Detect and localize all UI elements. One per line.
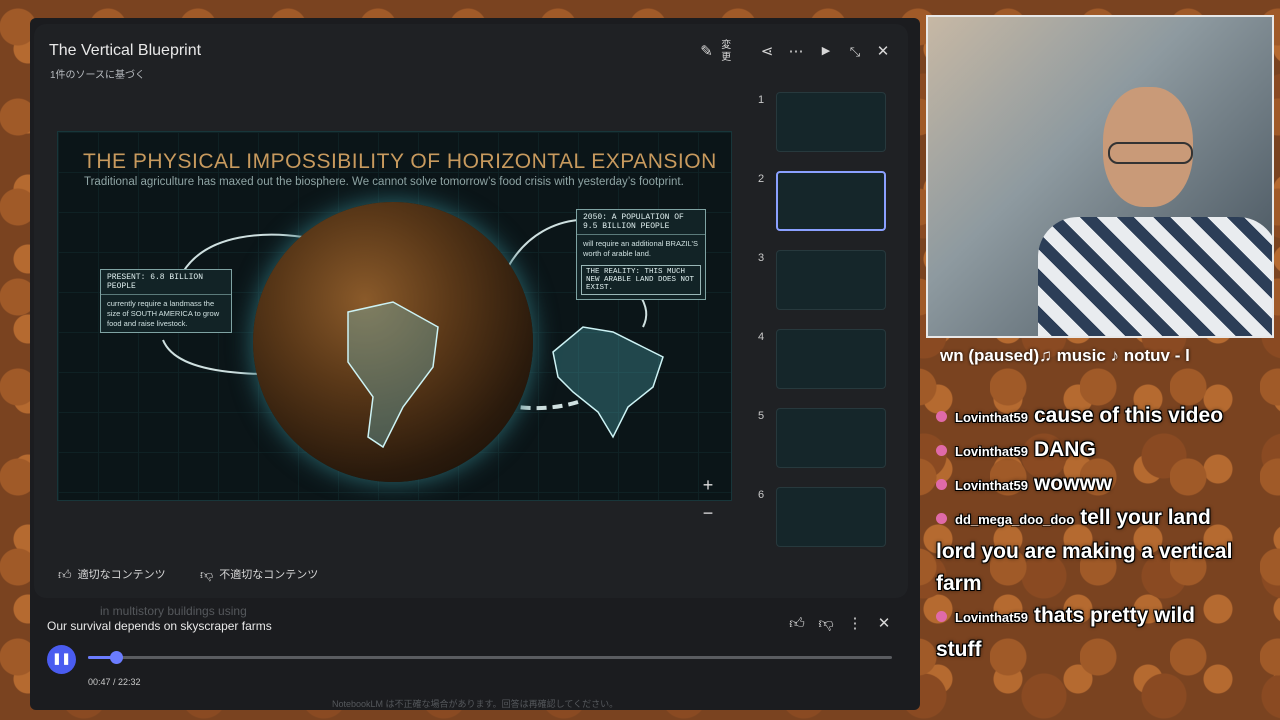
thumbs-down-icon: 👎︎ [200, 566, 214, 582]
chat-avatar [936, 512, 947, 524]
more-horizontal-icon: ⋯ [788, 42, 804, 60]
earth-globe [253, 202, 533, 482]
chat-text: wowww [1033, 472, 1113, 495]
thumbnail-number: 1 [758, 94, 765, 106]
collapse-button[interactable]: ⤡ [844, 38, 866, 64]
thumbnail-image[interactable] [776, 487, 886, 547]
close-button[interactable]: ✕ [872, 38, 894, 64]
chat-avatar [936, 610, 947, 622]
thumbnail-image[interactable] [776, 250, 886, 310]
zoom-in-button[interactable]: + [697, 474, 719, 496]
thumbnail-number: 6 [758, 489, 765, 501]
present-info-box: PRESENT: 6.8 BILLION PEOPLE currently re… [100, 269, 232, 334]
thumbnail-number: 4 [758, 331, 765, 343]
bad-content-button[interactable]: 👎︎ 不適切なコンテンツ [200, 562, 318, 586]
slide-canvas: THE PHYSICAL IMPOSSIBILITY OF HORIZONTAL… [57, 131, 732, 501]
thumbnail-image[interactable] [776, 408, 886, 468]
thumbnail-number: 2 [758, 173, 765, 185]
pause-icon: ❚❚ [52, 653, 71, 665]
chat-username: Lovinthat59 [955, 410, 1028, 425]
audio-overview-title: Our survival depends on skyscraper farms [47, 619, 272, 633]
brazil-outline [552, 326, 664, 439]
dislike-button[interactable]: 👎︎ [815, 615, 837, 637]
thumbnail-image[interactable] [776, 329, 886, 389]
now-playing-ticker: wn (paused)♫ music ♪ notuv - l [940, 346, 1190, 365]
chat-message: Lovinthat59 DANG [936, 434, 1236, 468]
edit-button[interactable]: ✎ 変更 [696, 38, 736, 64]
thumbnail-3[interactable]: 3 [752, 248, 897, 312]
present-body: currently require a landmass the size of… [107, 299, 220, 328]
chat-username: Lovinthat59 [955, 478, 1028, 493]
present-heading: PRESENT: 6.8 BILLION PEOPLE [101, 270, 231, 295]
thumbnail-6[interactable]: 6 [752, 485, 897, 548]
streamer-glasses [1108, 142, 1193, 164]
stream-chat: Lovinthat59 cause of this video Lovinthat… [936, 400, 1236, 666]
zoom-out-button[interactable]: − [697, 502, 719, 524]
pencil-icon: ✎ [700, 42, 713, 60]
thumbnail-5[interactable]: 5 [752, 406, 897, 470]
disclaimer-text: NotebookLM は不正確な場合があります。回答は再確認してください。 [332, 699, 619, 709]
chat-text: cause of this video [1033, 404, 1224, 427]
bad-content-label: 不適切なコンテンツ [219, 569, 319, 581]
notebook-title: The Vertical Blueprint [49, 42, 202, 59]
chat-avatar [936, 478, 947, 490]
thumbnail-4[interactable]: 4 [752, 327, 897, 391]
reality-note: THE REALITY: THIS MUCH NEW ARABLE LAND D… [581, 264, 701, 295]
chat-message: Lovinthat59 cause of this video [936, 400, 1236, 434]
chat-message: Lovinthat59 thats pretty wild stuff [936, 600, 1236, 666]
chat-message: Lovinthat59 wowww [936, 468, 1236, 502]
thumbs-down-icon: 👎︎ [818, 615, 834, 632]
playback-time: 00:47 / 22:32 [88, 677, 141, 687]
chat-username: dd_mega_doo_doo [955, 512, 1075, 527]
thumbnail-number: 3 [758, 252, 765, 264]
slide-thumbnail-list[interactable]: 1 2 3 4 5 6 [752, 88, 897, 548]
thumbnail-number: 5 [758, 410, 765, 422]
good-content-label: 適切なコンテンツ [77, 569, 166, 581]
thumbs-up-icon: 👍︎ [789, 615, 805, 632]
chat-avatar [936, 410, 947, 422]
play-button[interactable]: ▶ [815, 38, 837, 64]
more-button[interactable]: ⋯ [785, 38, 807, 64]
future-body: will require an additional BRAZIL’S wort… [583, 239, 699, 258]
chat-username: Lovinthat59 [955, 610, 1028, 625]
south-america-outline [347, 301, 439, 449]
player-close-button[interactable]: ✕ [873, 615, 895, 637]
more-vertical-icon: ⋮ [847, 615, 863, 632]
webcam-feed [926, 15, 1274, 338]
chat-avatar [936, 444, 947, 456]
future-heading: 2050: A POPULATION OF 9.5 BILLION PEOPLE [577, 210, 705, 235]
good-content-button[interactable]: 👍︎ 適切なコンテンツ [58, 562, 166, 586]
thumbnail-image[interactable] [776, 92, 886, 152]
background-text: in multistory buildings using [100, 604, 247, 618]
thumbs-up-icon: 👍︎ [58, 566, 72, 582]
notebook-subtitle: 1件のソースに基づく [50, 70, 146, 81]
close-icon: ✕ [876, 42, 890, 60]
streamer-sweater [1038, 217, 1272, 336]
collapse-icon: ⤡ [849, 43, 861, 59]
thumbnail-2[interactable]: 2 [752, 169, 897, 233]
like-button[interactable]: 👍︎ [786, 615, 808, 637]
share-button[interactable]: ⋖ [756, 38, 778, 64]
edit-label: 変更 [718, 39, 730, 63]
progress-track[interactable] [88, 651, 892, 664]
pause-button[interactable]: ❚❚ [47, 645, 76, 674]
chat-text: DANG [1033, 438, 1096, 461]
player-more-button[interactable]: ⋮ [844, 615, 866, 637]
chat-username: Lovinthat59 [955, 444, 1028, 459]
play-icon: ▶ [821, 44, 831, 57]
close-icon: ✕ [877, 615, 891, 632]
future-info-box: 2050: A POPULATION OF 9.5 BILLION PEOPLE… [576, 209, 706, 300]
share-icon: ⋖ [760, 42, 774, 60]
chat-message: dd_mega_doo_doo tell your land lord you a… [936, 502, 1236, 600]
thumbnail-1[interactable]: 1 [752, 90, 897, 154]
thumbnail-image-active[interactable] [776, 171, 886, 231]
